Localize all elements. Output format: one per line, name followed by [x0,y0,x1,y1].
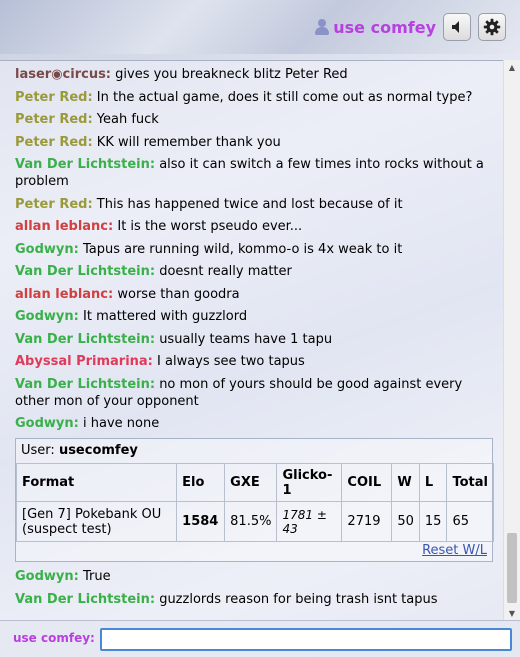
message-text: guzzlords reason for being trash isnt ta… [159,591,438,607]
message-username[interactable]: allan leblanc: [15,219,113,234]
cell-total: 65 [446,501,494,542]
message-username[interactable]: Godwyn: [15,242,79,257]
col-glicko: Glicko-1 [276,463,343,502]
sound-button[interactable] [443,13,471,41]
chat-message: Van Der Lichtstein: usually teams have 1… [15,331,500,348]
message-text: usually teams have 1 tapu [159,331,333,347]
col-format: Format [15,463,178,502]
col-gxe: GXE [224,463,278,502]
message-text: gives you breakneck blitz Peter Red [115,67,348,82]
ladder-table: Format Elo GXE Glicko-1 COIL W L Total [… [15,463,494,542]
col-coil: COIL [341,463,393,502]
chat-message: Godwyn: It mattered with guzzlord [15,308,500,325]
input-username-label: use comfey: [13,631,95,645]
chat-message: Godwyn: i have none [15,415,500,432]
message-username[interactable]: Peter Red: [15,135,93,150]
chat-message: Peter Red: Yeah fuck [15,111,500,128]
chat-message: Peter Red: In the actual game, does it s… [15,89,500,106]
message-username[interactable]: Van Der Lichtstein: [15,592,155,607]
user-icon [315,19,330,35]
ladder-row: [Gen 7] Pokebank OU (suspect test) 1584 … [15,501,494,542]
gear-icon [483,18,501,36]
chat-message: Peter Red: KK will remember thank you [15,134,500,151]
cell-coil: 2719 [341,501,393,542]
message-text: I always see two tapus [157,354,305,369]
chat-message-input[interactable] [100,628,512,651]
message-username[interactable]: Godwyn: [15,416,79,431]
scroll-up-arrow-icon[interactable]: ▲ [504,60,520,74]
message-username[interactable]: laser◉circus: [15,67,111,82]
chat-message: Godwyn: True [15,568,500,585]
message-username[interactable]: Peter Red: [15,197,93,212]
user-menu[interactable]: use comfey [315,16,436,38]
chat-scrollbar[interactable]: ▲ ▼ [503,60,520,620]
message-username[interactable]: Van Der Lichtstein: [15,264,155,279]
chat-message: Van Der Lichtstein: doesnt really matter [15,263,500,280]
chat-message: Abyssal Primarina: I always see two tapu… [15,353,500,370]
cell-format: [Gen 7] Pokebank OU (suspect test) [15,501,178,542]
chat-message: laser◉circus: gives you breakneck blitz … [15,66,500,83]
chat-input-bar: use comfey: [0,620,520,657]
message-username[interactable]: Van Der Lichtstein: [15,157,155,172]
username[interactable]: use comfey [333,18,436,37]
message-username[interactable]: Van Der Lichtstein: [15,332,155,347]
chat-message: allan leblanc: worse than goodra [15,286,500,303]
scroll-down-arrow-icon[interactable]: ▼ [504,606,520,620]
message-text: True [83,569,111,584]
chat-message: Van Der Lichtstein: also it can switch a… [15,156,500,190]
message-username[interactable]: Peter Red: [15,90,93,105]
ladder-header-row: Format Elo GXE Glicko-1 COIL W L Total [15,463,494,502]
message-text: i have none [83,416,160,431]
card-user-value: usecomfey [58,443,138,458]
message-text: This has happened twice and lost because… [96,196,403,212]
speaker-icon [452,21,459,33]
message-username[interactable]: Van Der Lichtstein: [15,377,155,392]
col-w: W [391,463,420,502]
message-text: It mattered with guzzlord [83,309,248,324]
cell-glicko: 1781 ± 43 [276,501,343,542]
message-text: It is the worst pseudo ever... [117,219,303,234]
chat-message: Peter Red: This has happened twice and l… [15,196,500,213]
message-username[interactable]: Peter Red: [15,112,93,127]
message-text: Tapus are running wild, kommo-o is 4x we… [83,241,403,257]
message-text: In the actual game, does it still come o… [96,89,473,105]
card-user-row: User: usecomfey [16,439,492,463]
col-elo: Elo [176,463,226,502]
col-total: Total [446,463,494,502]
settings-button[interactable] [478,13,506,41]
chat-message: Van Der Lichtstein: no mon of yours shou… [15,376,500,410]
cell-l: 15 [418,501,448,542]
user-ladder-card: User: usecomfey Format Elo GXE Glicko-1 … [15,438,494,562]
chat-message: Godwyn: Tapus are running wild, kommo-o … [15,241,500,258]
message-username[interactable]: Godwyn: [15,569,79,584]
card-user-label: User: [21,443,55,458]
room-header: use comfey [0,0,520,54]
chat-message: Van Der Lichtstein: guzzlords reason for… [15,591,500,608]
message-text: doesnt really matter [159,264,292,279]
message-list: laser◉circus: gives you breakneck blitz … [15,66,500,438]
reset-wl-link[interactable]: Reset W/L [422,543,487,558]
message-text: KK will remember thank you [96,134,281,150]
cell-gxe: 81.5% [224,501,278,542]
cell-w: 50 [391,501,420,542]
message-username[interactable]: Godwyn: [15,309,79,324]
col-l: L [418,463,448,502]
message-username[interactable]: Abyssal Primarina: [15,354,153,369]
message-list-after: Godwyn: True Van Der Lichtstein: guzzlord… [15,568,500,613]
message-text: Yeah fuck [96,112,159,127]
scroll-thumb[interactable] [507,533,517,603]
message-username[interactable]: allan leblanc: [15,287,113,302]
chat-message: allan leblanc: It is the worst pseudo ev… [15,218,500,235]
cell-elo: 1584 [176,501,226,542]
message-text: worse than goodra [117,286,240,302]
